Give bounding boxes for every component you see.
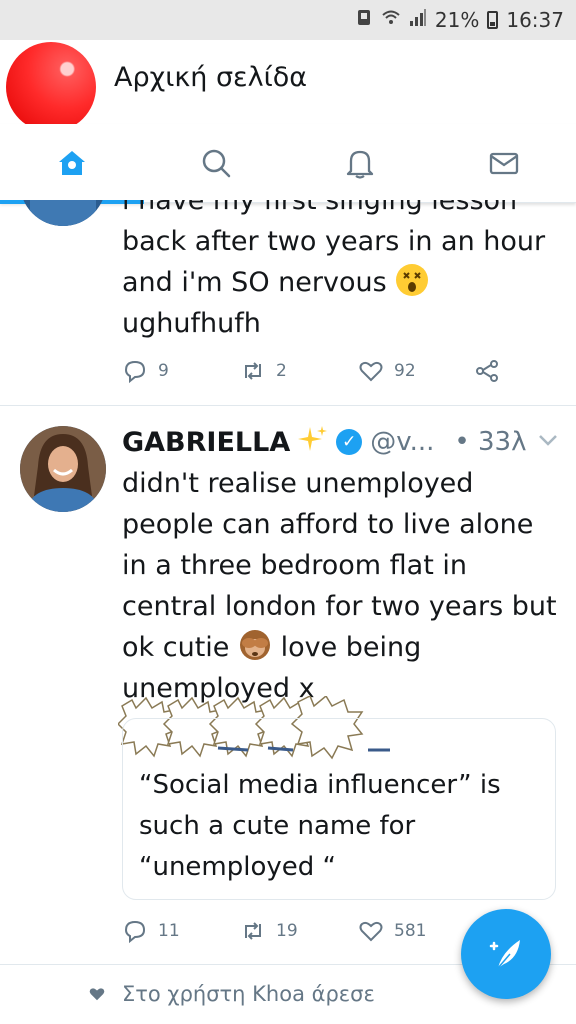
- tweet-header: GABRIELLA ✓ @v... • 33λ: [122, 422, 526, 462]
- see-no-evil-monkey-emoji: [238, 628, 272, 662]
- android-icon: [355, 7, 373, 32]
- bell-icon: [346, 150, 374, 179]
- tab-notifications[interactable]: [288, 124, 432, 202]
- tweet-actions: 9 2 92: [122, 358, 542, 388]
- handle[interactable]: @v...: [370, 427, 434, 457]
- tweet-text: didn't realise unemployed people can aff…: [122, 463, 562, 709]
- tab-search[interactable]: [144, 124, 288, 202]
- reply-icon: [124, 360, 146, 384]
- like-count: 581: [394, 921, 427, 941]
- quoted-tweet-text: “Social media influencer” is such a cute…: [139, 770, 501, 882]
- liked-by-note[interactable]: Στο χρήστη Khoa άρεσε: [88, 982, 375, 1006]
- clock: 16:37: [506, 7, 564, 32]
- share-button[interactable]: [474, 358, 500, 384]
- reply-button[interactable]: 11: [122, 918, 180, 944]
- retweet-button[interactable]: 2: [240, 358, 287, 384]
- chevron-down-icon[interactable]: [538, 432, 558, 451]
- tweet-text: back after two years in an hour and i'm …: [122, 221, 562, 344]
- timeline: i have my first singing lesson back afte…: [0, 200, 576, 1024]
- mail-icon: [489, 152, 519, 175]
- tweet-text-cut: i have my first singing lesson: [122, 200, 518, 216]
- dizzy-face-emoji: [395, 263, 429, 297]
- like-button[interactable]: 581: [358, 918, 426, 944]
- tweet-body-tail: ughufhufh: [122, 308, 261, 339]
- reply-icon: [124, 920, 146, 944]
- retweet-button[interactable]: 19: [240, 918, 298, 944]
- reply-count: 9: [158, 361, 169, 381]
- signal-icon: [409, 7, 427, 32]
- display-name[interactable]: GABRIELLA: [122, 427, 290, 458]
- tweet-avatar[interactable]: [20, 200, 106, 226]
- sparkles-emoji: [298, 425, 328, 459]
- wifi-icon: [381, 7, 401, 32]
- battery-icon: [487, 10, 499, 29]
- battery-percent: 21%: [434, 7, 480, 32]
- heart-icon: [89, 988, 105, 1001]
- status-bar: 21% 16:37: [0, 0, 576, 40]
- tab-bar: [0, 124, 576, 204]
- page-title: Αρχική σελίδα: [114, 62, 308, 93]
- like-button[interactable]: 92: [358, 358, 416, 384]
- quoted-tweet-card[interactable]: “Social media influencer” is such a cute…: [122, 718, 556, 900]
- verified-badge: ✓: [336, 429, 363, 455]
- home-icon: [59, 151, 85, 175]
- tweet-divider: [0, 405, 576, 406]
- heart-icon: [359, 361, 383, 382]
- reply-button[interactable]: 9: [122, 358, 169, 384]
- retweet-count: 2: [276, 361, 287, 381]
- share-icon: [476, 360, 498, 382]
- retweet-icon: [245, 922, 261, 940]
- tweet-body: back after two years in an hour and i'm …: [122, 226, 546, 298]
- tab-messages[interactable]: [432, 124, 576, 202]
- liked-by-text: Στο χρήστη Khoa άρεσε: [122, 982, 375, 1006]
- retweet-icon: [245, 362, 261, 380]
- timestamp: • 33λ: [454, 427, 527, 457]
- like-count: 92: [394, 361, 416, 381]
- tab-home[interactable]: [0, 124, 144, 204]
- search-icon: [202, 149, 231, 178]
- retweet-count: 19: [276, 921, 298, 941]
- profile-avatar[interactable]: [6, 42, 96, 132]
- compose-tweet-button[interactable]: [461, 909, 551, 999]
- reply-count: 11: [158, 921, 180, 941]
- app-bar: Αρχική σελίδα: [0, 40, 576, 132]
- feather-plus-icon: [489, 940, 520, 969]
- heart-icon: [359, 921, 383, 942]
- tweet-avatar[interactable]: [20, 426, 106, 512]
